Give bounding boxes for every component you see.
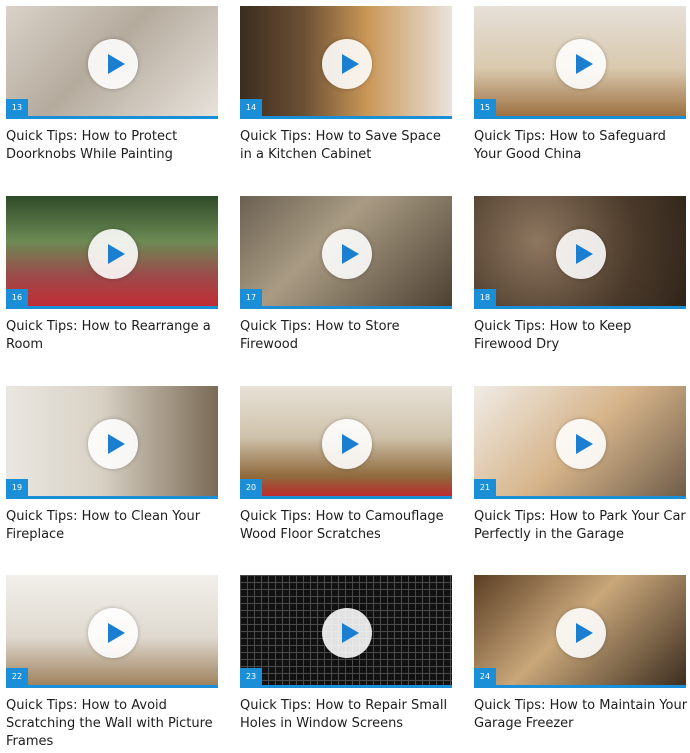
video-card-23[interactable]: 23 Quick Tips: How to Repair Small Holes… xyxy=(240,575,452,733)
video-number-badge: 19 xyxy=(6,479,28,496)
thumbnail-accent-bar xyxy=(474,306,686,309)
video-card-16[interactable]: 16 Quick Tips: How to Rearrange a Room xyxy=(6,196,218,354)
video-thumbnail[interactable]: 15 xyxy=(474,6,686,119)
video-title[interactable]: Quick Tips: How to Camouflage Wood Floor… xyxy=(240,508,454,544)
play-icon[interactable] xyxy=(88,419,138,469)
video-number-badge: 16 xyxy=(6,289,28,306)
thumbnail-accent-bar xyxy=(6,306,218,309)
video-thumbnail[interactable]: 17 xyxy=(240,196,452,309)
video-card-18[interactable]: 18 Quick Tips: How to Keep Firewood Dry xyxy=(474,196,686,354)
video-card-24[interactable]: 24 Quick Tips: How to Maintain Your Gara… xyxy=(474,575,688,733)
video-thumbnail[interactable]: 18 xyxy=(474,196,686,309)
video-number-badge: 20 xyxy=(240,479,262,496)
video-number-badge: 13 xyxy=(6,99,28,116)
video-title[interactable]: Quick Tips: How to Protect Doorknobs Whi… xyxy=(6,128,220,164)
play-icon[interactable] xyxy=(322,229,372,279)
video-thumbnail[interactable]: 16 xyxy=(6,196,218,309)
thumbnail-accent-bar xyxy=(6,685,218,688)
video-number-badge: 15 xyxy=(474,99,496,116)
video-thumbnail[interactable]: 23 xyxy=(240,575,452,688)
video-title[interactable]: Quick Tips: How to Park Your Car Perfect… xyxy=(474,508,688,544)
thumbnail-accent-bar xyxy=(240,496,452,499)
video-card-19[interactable]: 19 Quick Tips: How to Clean Your Firepla… xyxy=(6,386,218,544)
video-thumbnail[interactable]: 24 xyxy=(474,575,686,688)
play-icon[interactable] xyxy=(88,608,138,658)
video-thumbnail[interactable]: 13 xyxy=(6,6,218,119)
thumbnail-accent-bar xyxy=(240,306,452,309)
thumbnail-accent-bar xyxy=(474,496,686,499)
video-card-17[interactable]: 17 Quick Tips: How to Store Firewood xyxy=(240,196,452,354)
video-thumbnail[interactable]: 21 xyxy=(474,386,686,499)
thumbnail-accent-bar xyxy=(6,116,218,119)
play-icon[interactable] xyxy=(88,39,138,89)
thumbnail-accent-bar xyxy=(240,116,452,119)
thumbnail-accent-bar xyxy=(240,685,452,688)
thumbnail-accent-bar xyxy=(474,685,686,688)
play-icon[interactable] xyxy=(556,608,606,658)
play-icon[interactable] xyxy=(322,419,372,469)
video-thumbnail[interactable]: 22 xyxy=(6,575,218,688)
play-icon[interactable] xyxy=(556,229,606,279)
video-number-badge: 23 xyxy=(240,668,262,685)
video-thumbnail[interactable]: 14 xyxy=(240,6,452,119)
video-card-13[interactable]: 13 Quick Tips: How to Protect Doorknobs … xyxy=(6,6,218,164)
video-title[interactable]: Quick Tips: How to Safeguard Your Good C… xyxy=(474,128,688,164)
video-title[interactable]: Quick Tips: How to Store Firewood xyxy=(240,318,454,354)
video-number-badge: 18 xyxy=(474,289,496,306)
video-thumbnail[interactable]: 19 xyxy=(6,386,218,499)
video-title[interactable]: Quick Tips: How to Keep Firewood Dry xyxy=(474,318,688,354)
video-title[interactable]: Quick Tips: How to Clean Your Fireplace xyxy=(6,508,220,544)
video-title[interactable]: Quick Tips: How to Save Space in a Kitch… xyxy=(240,128,454,164)
play-icon[interactable] xyxy=(322,39,372,89)
video-number-badge: 24 xyxy=(474,668,496,685)
video-card-15[interactable]: 15 Quick Tips: How to Safeguard Your Goo… xyxy=(474,6,686,164)
video-card-20[interactable]: 20 Quick Tips: How to Camouflage Wood Fl… xyxy=(240,386,452,544)
video-card-22[interactable]: 22 Quick Tips: How to Avoid Scratching t… xyxy=(6,575,218,751)
video-number-badge: 17 xyxy=(240,289,262,306)
video-grid: 13 Quick Tips: How to Protect Doorknobs … xyxy=(0,0,690,753)
thumbnail-accent-bar xyxy=(474,116,686,119)
video-title[interactable]: Quick Tips: How to Avoid Scratching the … xyxy=(6,697,220,751)
play-icon[interactable] xyxy=(88,229,138,279)
thumbnail-accent-bar xyxy=(6,496,218,499)
video-number-badge: 21 xyxy=(474,479,496,496)
video-number-badge: 14 xyxy=(240,99,262,116)
video-thumbnail[interactable]: 20 xyxy=(240,386,452,499)
play-icon[interactable] xyxy=(556,419,606,469)
video-card-21[interactable]: 21 Quick Tips: How to Park Your Car Perf… xyxy=(474,386,686,544)
play-icon[interactable] xyxy=(322,608,372,658)
video-title[interactable]: Quick Tips: How to Maintain Your Garage … xyxy=(474,697,688,733)
play-icon[interactable] xyxy=(556,39,606,89)
video-title[interactable]: Quick Tips: How to Repair Small Holes in… xyxy=(240,697,454,733)
video-card-14[interactable]: 14 Quick Tips: How to Save Space in a Ki… xyxy=(240,6,452,164)
video-number-badge: 22 xyxy=(6,668,28,685)
video-title[interactable]: Quick Tips: How to Rearrange a Room xyxy=(6,318,220,354)
